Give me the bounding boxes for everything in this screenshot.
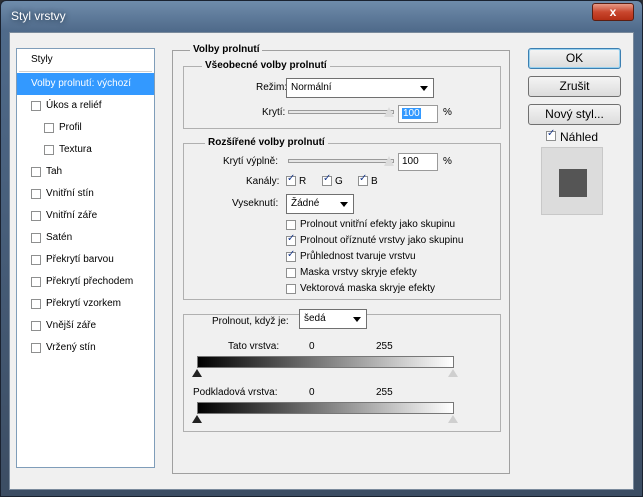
underlying-layer-min: 0: [309, 387, 315, 398]
styles-item-color-overlay[interactable]: Překrytí barvou: [17, 249, 154, 271]
texture-checkbox[interactable]: [44, 145, 54, 155]
styles-item-stroke[interactable]: Tah: [17, 161, 154, 183]
contour-checkbox[interactable]: [44, 123, 54, 133]
vector-mask-hides-effects-label: Vektorová maska skryje efekty: [300, 283, 436, 294]
channel-r-label: R: [299, 176, 307, 187]
gradient-overlay-checkbox[interactable]: [31, 277, 41, 287]
underlying-layer-white-slider[interactable]: [448, 415, 458, 423]
inner-glow-checkbox[interactable]: [31, 211, 41, 221]
window-title: Styl vrstvy: [11, 9, 66, 23]
satin-checkbox[interactable]: [31, 233, 41, 243]
chevron-down-icon: [340, 202, 348, 207]
transparency-shapes-layer-checkbox[interactable]: [286, 249, 296, 262]
knockout-label: Vyseknutí:: [232, 198, 279, 209]
fill-opacity-slider-thumb[interactable]: [384, 156, 394, 166]
vector-mask-hides-effects-checkbox[interactable]: [286, 284, 296, 294]
channels-label: Kanály:: [246, 176, 280, 187]
inner-shadow-checkbox[interactable]: [31, 189, 41, 199]
channel-r-checkbox[interactable]: [286, 173, 296, 186]
styles-item-gradient-overlay[interactable]: Překrytí přechodem: [17, 271, 154, 293]
color-overlay-checkbox[interactable]: [31, 255, 41, 265]
opacity-slider[interactable]: [288, 110, 394, 114]
styles-item-pattern-overlay[interactable]: Překrytí vzorkem: [17, 293, 154, 315]
new-style-button[interactable]: Nový styl...: [528, 104, 621, 125]
styles-item-texture[interactable]: Textura: [17, 139, 154, 161]
opacity-slider-thumb[interactable]: [384, 107, 394, 117]
this-layer-white-slider[interactable]: [448, 369, 458, 377]
styles-item-contour[interactable]: Profil: [17, 117, 154, 139]
layer-mask-hides-effects-label: Maska vrstvy skryje efekty: [300, 267, 417, 278]
styles-item-drop-shadow[interactable]: Vržený stín: [17, 337, 154, 359]
layer-mask-hides-effects-checkbox[interactable]: [286, 268, 296, 278]
fill-opacity-slider[interactable]: [288, 159, 394, 163]
bevel-checkbox[interactable]: [31, 101, 41, 111]
styles-item-satin[interactable]: Satén: [17, 227, 154, 249]
blend-clipped-layers-checkbox[interactable]: [286, 233, 296, 246]
styles-list: Styly Volby prolnutí: výchozí Úkos a rel…: [16, 48, 155, 468]
blend-interior-effects-label: Prolnout vnitřní efekty jako skupinu: [300, 219, 456, 230]
styles-header[interactable]: Styly: [17, 49, 154, 71]
underlying-layer-max: 255: [376, 387, 393, 398]
fill-opacity-label: Krytí výplně:: [223, 156, 279, 167]
preview-label: Náhled: [560, 130, 599, 144]
cancel-button[interactable]: Zrušit: [528, 76, 621, 97]
blend-mode-select[interactable]: Normální: [286, 78, 434, 98]
this-layer-min: 0: [309, 341, 315, 352]
opacity-unit: %: [443, 107, 452, 118]
this-layer-black-slider[interactable]: [192, 369, 202, 377]
underlying-layer-gradient: [197, 402, 454, 414]
channel-g-checkbox[interactable]: [322, 173, 332, 186]
preview-checkbox[interactable]: [546, 128, 556, 141]
knockout-select[interactable]: Žádné: [286, 194, 354, 214]
close-icon: x: [609, 5, 617, 19]
fill-opacity-input[interactable]: 100: [398, 153, 438, 171]
styles-item-inner-shadow[interactable]: Vnitřní stín: [17, 183, 154, 205]
chevron-down-icon: [353, 317, 361, 322]
drop-shadow-checkbox[interactable]: [31, 343, 41, 353]
blend-interior-effects-checkbox[interactable]: [286, 220, 296, 230]
general-blending-title: Všeobecné volby prolnutí: [202, 60, 330, 71]
stroke-checkbox[interactable]: [31, 167, 41, 177]
close-button[interactable]: x: [592, 3, 634, 21]
channel-b-label: B: [371, 176, 378, 187]
blend-if-label: Prolnout, když je:: [212, 316, 289, 327]
this-layer-gradient: [197, 356, 454, 368]
styles-item-blending-options[interactable]: Volby prolnutí: výchozí: [17, 73, 154, 95]
underlying-layer-label: Podkladová vrstva:: [193, 387, 278, 398]
preview-swatch: [559, 169, 587, 197]
this-layer-label: Tato vrstva:: [228, 341, 280, 352]
blending-options-title: Volby prolnutí: [190, 44, 263, 55]
opacity-input[interactable]: 100: [398, 105, 438, 123]
advanced-blending-title: Rozšířené volby prolnutí: [205, 137, 328, 148]
title-bar[interactable]: Styl vrstvy x: [1, 1, 642, 31]
pattern-overlay-checkbox[interactable]: [31, 299, 41, 309]
channel-g-label: G: [335, 176, 343, 187]
blend-clipped-layers-label: Prolnout oříznuté vrstvy jako skupinu: [300, 235, 464, 246]
styles-item-inner-glow[interactable]: Vnitřní záře: [17, 205, 154, 227]
styles-item-bevel-emboss[interactable]: Úkos a reliéf: [17, 95, 154, 117]
ok-button[interactable]: OK: [528, 48, 621, 69]
channel-b-checkbox[interactable]: [358, 173, 368, 186]
outer-glow-checkbox[interactable]: [31, 321, 41, 331]
underlying-layer-black-slider[interactable]: [192, 415, 202, 423]
opacity-label: Krytí:: [262, 107, 286, 118]
styles-item-outer-glow[interactable]: Vnější záře: [17, 315, 154, 337]
fill-opacity-unit: %: [443, 156, 452, 167]
this-layer-max: 255: [376, 341, 393, 352]
blend-if-select[interactable]: šedá: [299, 309, 367, 329]
chevron-down-icon: [420, 86, 428, 91]
mode-label: Režim:: [256, 82, 288, 93]
transparency-shapes-layer-label: Průhlednost tvaruje vrstvu: [300, 251, 416, 262]
style-preview: [541, 147, 603, 215]
